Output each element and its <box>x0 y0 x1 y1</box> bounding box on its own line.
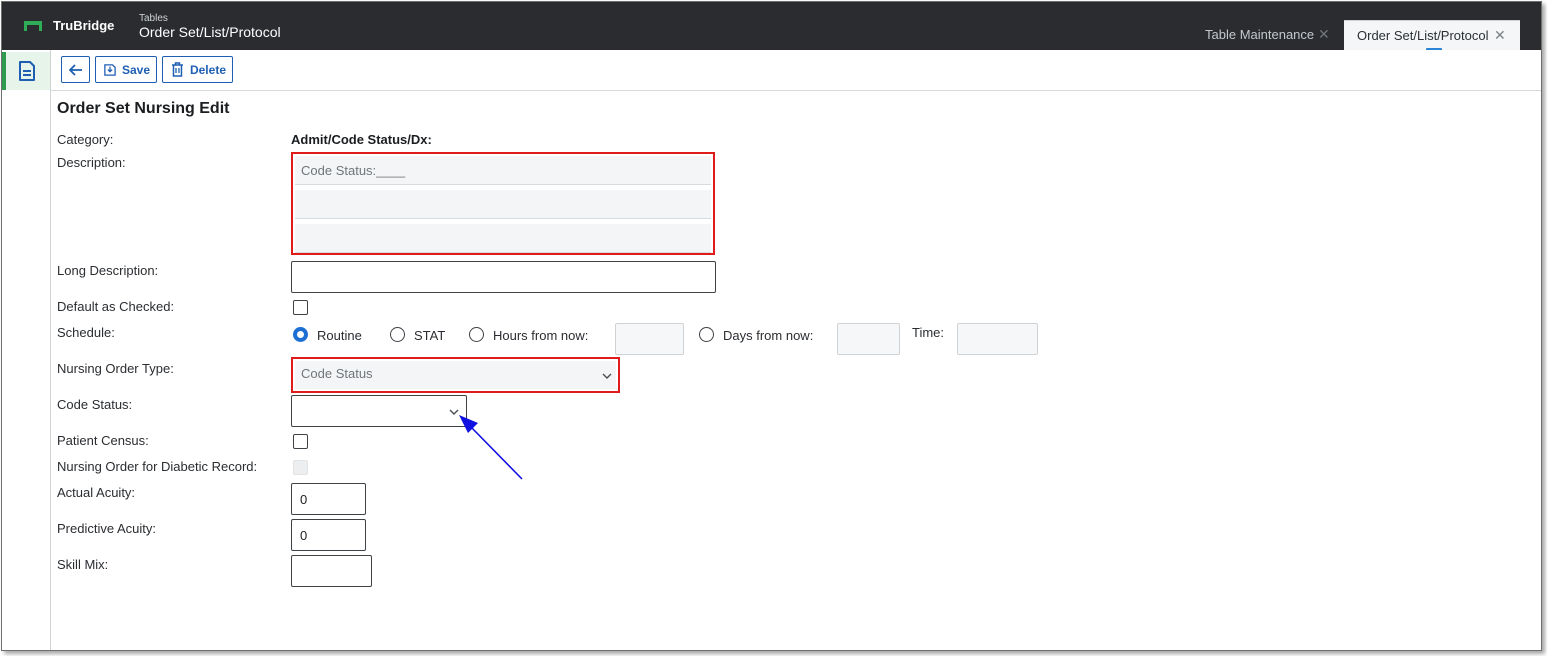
schedule-radio-days[interactable] <box>699 327 714 342</box>
schedule-radio-stat[interactable] <box>390 327 405 342</box>
time-label: Time: <box>912 325 945 340</box>
tab-order-set-list-protocol[interactable]: Order Set/List/Protocol ✕ <box>1344 20 1520 51</box>
long-description-input[interactable] <box>291 261 716 293</box>
page-title: Order Set/List/Protocol <box>139 24 281 40</box>
back-button[interactable] <box>61 56 90 83</box>
close-icon[interactable]: ✕ <box>1318 26 1330 43</box>
predictive-acuity-input[interactable]: 0 <box>291 519 366 551</box>
breadcrumb-parent[interactable]: Tables <box>139 13 168 24</box>
chevron-down-icon <box>449 409 459 415</box>
trubridge-logo-icon <box>24 21 42 31</box>
code-status-label: Code Status: <box>57 397 133 412</box>
rail-item-document[interactable] <box>2 52 50 90</box>
description-label: Description: <box>57 155 126 170</box>
diabetic-record-checkbox[interactable] <box>293 460 308 475</box>
schedule-radio-hours[interactable] <box>469 327 484 342</box>
nursing-order-type-select[interactable]: Code Status <box>291 357 620 393</box>
save-button-label: Save <box>121 62 150 77</box>
brand-name: TruBridge <box>53 18 115 33</box>
description-field-group: Code Status:____ <box>291 152 715 255</box>
schedule-option-stat: STAT <box>414 328 446 343</box>
tab-table-maintenance[interactable]: Table Maintenance <box>1205 27 1314 42</box>
document-icon <box>19 61 35 81</box>
hours-from-now-input[interactable] <box>615 323 684 355</box>
actual-acuity-label: Actual Acuity: <box>57 485 136 500</box>
top-bar: TruBridge Tables Order Set/List/Protocol… <box>2 2 1541 51</box>
description-line-2[interactable] <box>295 190 711 219</box>
save-button[interactable]: Save <box>95 56 157 83</box>
delete-button[interactable]: Delete <box>162 56 233 83</box>
toolbar: Save Delete <box>51 50 1541 91</box>
arrow-left-icon <box>68 63 82 76</box>
predictive-acuity-label: Predictive Acuity: <box>57 521 156 536</box>
delete-button-label: Delete <box>189 62 226 77</box>
schedule-label: Schedule: <box>57 325 115 340</box>
skill-mix-input[interactable] <box>291 555 372 587</box>
chevron-down-icon <box>602 373 612 379</box>
trash-icon <box>171 62 183 77</box>
description-line-1[interactable]: Code Status:____ <box>295 156 711 185</box>
category-value: Admit/Code Status/Dx: <box>291 132 432 147</box>
schedule-option-days: Days from now: <box>723 328 814 343</box>
rail-active-accent <box>2 52 6 90</box>
patient-census-label: Patient Census: <box>57 433 149 448</box>
time-input[interactable] <box>957 323 1038 355</box>
default-checked-checkbox[interactable] <box>293 300 308 315</box>
close-icon[interactable]: ✕ <box>1494 27 1506 44</box>
description-line-3[interactable] <box>295 224 711 253</box>
default-checked-label: Default as Checked: <box>57 299 175 314</box>
skill-mix-label: Skill Mix: <box>57 557 109 572</box>
days-from-now-input[interactable] <box>837 323 900 355</box>
patient-census-checkbox[interactable] <box>293 434 308 449</box>
nursing-order-type-label: Nursing Order Type: <box>57 361 174 376</box>
form-title: Order Set Nursing Edit <box>57 100 230 117</box>
save-icon <box>104 63 116 76</box>
diabetic-record-label: Nursing Order for Diabetic Record: <box>57 459 258 474</box>
code-status-select[interactable] <box>291 395 467 427</box>
nursing-order-type-value: Code Status <box>301 366 373 381</box>
long-description-label: Long Description: <box>57 263 159 278</box>
schedule-option-hours: Hours from now: <box>493 328 589 343</box>
schedule-radio-routine[interactable] <box>293 327 308 342</box>
actual-acuity-input[interactable]: 0 <box>291 483 366 515</box>
tab-label: Order Set/List/Protocol <box>1357 28 1489 43</box>
schedule-option-routine: Routine <box>317 328 362 343</box>
category-label: Category: <box>57 132 114 147</box>
left-rail <box>2 50 51 650</box>
app-window: TruBridge Tables Order Set/List/Protocol… <box>1 1 1542 651</box>
